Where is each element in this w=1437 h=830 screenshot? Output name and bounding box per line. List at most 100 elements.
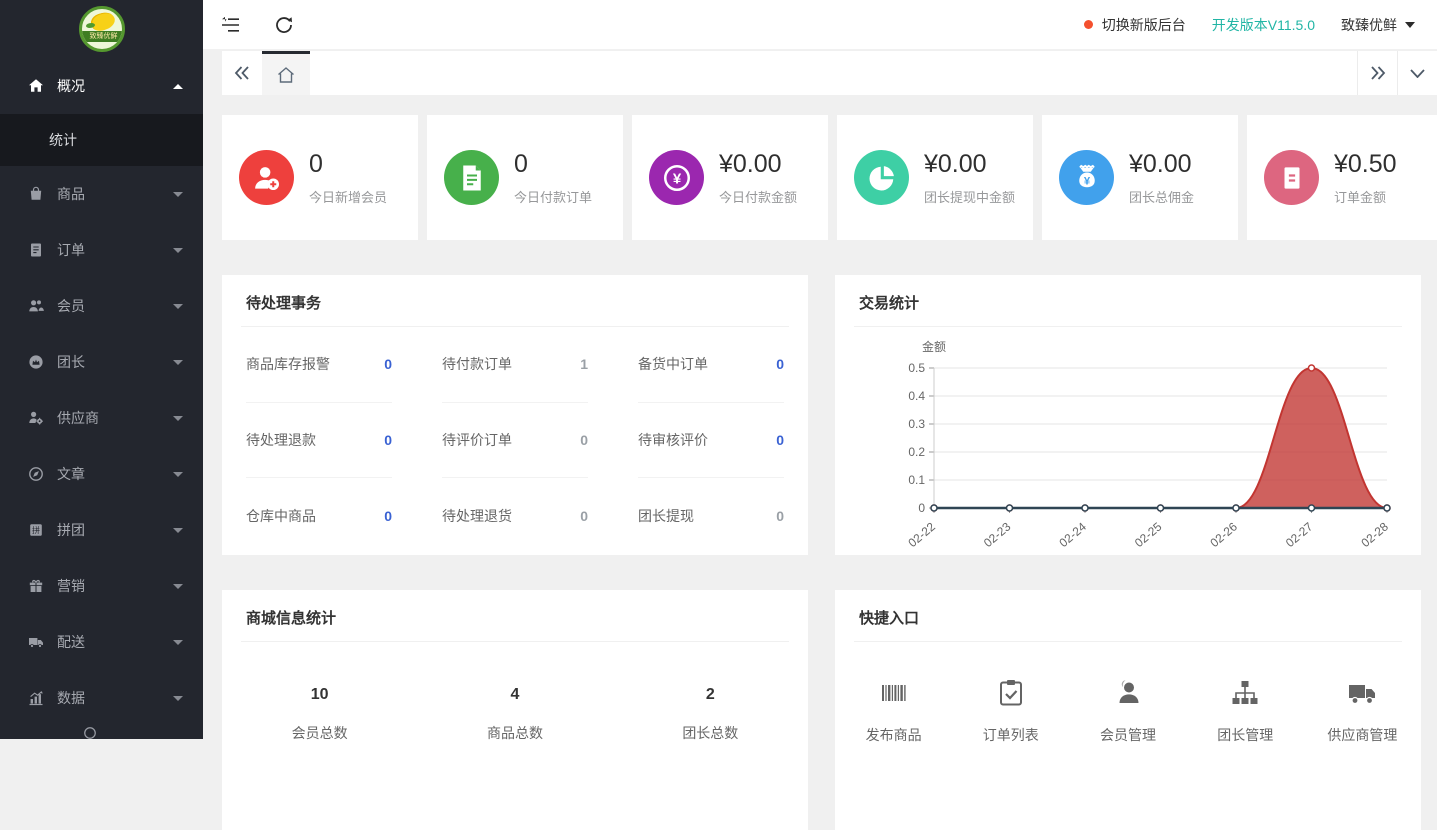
quick-entry-row: 发布商品 订单列表 会员管理 团长管理 供应商管理 [835,642,1421,745]
quick-entry-label: 团长管理 [1187,725,1304,745]
stat-value: ¥0.00 [924,150,1015,179]
chevron-down-icon [1405,22,1415,28]
yen-circle-icon: ¥ [649,150,704,205]
sidebar-item-data[interactable]: 数据 [0,670,203,726]
barcode-icon [879,678,909,708]
sidebar-item-articles[interactable]: 文章 [0,446,203,502]
sidebar-item-label: 概况 [57,76,173,96]
collapse-menu-button[interactable] [203,0,257,50]
sidebar-item-orders[interactable]: 订单 [0,222,203,278]
svg-text:02-26: 02-26 [1207,519,1240,547]
stat-card-order-amount: ¥0.50 订单金额 [1247,115,1437,240]
mall-stat: 2 团长总数 [613,686,808,743]
pending-item: 仓库中商品 0 [246,478,392,554]
chevron-down-icon [173,696,183,701]
compass-icon [28,466,44,482]
tabs-menu-button[interactable] [1397,51,1437,95]
svg-text:¥: ¥ [1083,175,1090,187]
pending-item: 待处理退款 0 [246,403,392,479]
sidebar-item-label: 供应商 [57,408,173,428]
quick-leader-manage[interactable]: 团长管理 [1187,678,1304,745]
svg-text:0.3: 0.3 [908,417,925,431]
bag-icon [28,186,44,202]
sidebar-item-label: 文章 [57,464,173,484]
sidebar-item-label: 团长 [57,352,173,372]
tab-home[interactable] [262,51,310,95]
pending-label: 团长提现 [638,506,694,526]
switch-new-admin-button[interactable]: 切换新版后台 [1084,15,1186,35]
delivery-truck-icon [1347,678,1377,708]
pending-value-link[interactable]: 0 [384,432,392,448]
refresh-button[interactable] [257,0,311,50]
partial-icon [83,726,97,740]
user-add-icon [239,150,294,205]
stat-value: ¥0.00 [1129,150,1194,179]
member-icon [1113,678,1143,708]
panel-title: 交易统计 [859,295,919,312]
document-icon [444,150,499,205]
pending-label: 商品库存报警 [246,354,330,374]
sidebar-item-groupbuy[interactable]: 拼 拼团 [0,502,203,558]
home-tab-icon [277,67,295,83]
tabbar [222,51,1437,95]
bar-chart-icon [28,690,44,706]
sidebar-item-supplier[interactable]: 供应商 [0,390,203,446]
mall-stat-value: 2 [613,686,808,704]
stat-card-leader-withdrawing: ¥0.00 团长提现中金额 [837,115,1033,240]
sidebar-item-partial[interactable] [0,726,203,746]
sidebar-item-marketing[interactable]: 营销 [0,558,203,614]
svg-text:0.4: 0.4 [908,389,925,403]
quick-supplier-manage[interactable]: 供应商管理 [1304,678,1421,745]
stat-card-paid-orders: 0 今日付款订单 [427,115,623,240]
collapse-menu-icon [221,17,240,33]
version-link[interactable]: 开发版本V11.5.0 [1212,15,1315,35]
quick-member-manage[interactable]: 会员管理 [1069,678,1186,745]
sidebar-item-statistics[interactable]: 统计 [0,114,203,166]
sidebar-item-delivery[interactable]: 配送 [0,614,203,670]
sidebar-item-members[interactable]: 会员 [0,278,203,334]
chevron-down-icon [173,584,183,589]
panel-title: 商城信息统计 [246,610,336,627]
sidebar-item-label: 拼团 [57,520,173,540]
svg-text:02-27: 02-27 [1283,519,1316,547]
sidebar-item-label: 订单 [57,240,173,260]
chevron-down-icon [173,248,183,253]
sidebar-subitem-label: 统计 [49,130,77,150]
pending-item: 待付款订单 1 [442,327,588,403]
sidebar-item-goods[interactable]: 商品 [0,166,203,222]
pending-value-link[interactable]: 0 [776,356,784,372]
sidebar-item-leader[interactable]: 团长 [0,334,203,390]
gift-icon [28,578,44,594]
pending-value-link[interactable]: 0 [776,432,784,448]
stat-label: 订单金额 [1334,187,1397,206]
quick-publish-goods[interactable]: 发布商品 [835,678,952,745]
logo-text: 致臻优鲜 [79,31,125,42]
chevron-down-icon [173,640,183,645]
chevrons-right-icon [1370,66,1386,80]
chevron-down-icon [173,472,183,477]
quick-order-list[interactable]: 订单列表 [952,678,1069,745]
mall-stat-value: 4 [417,686,612,704]
pending-value-link[interactable]: 0 [384,356,392,372]
svg-text:拼: 拼 [32,525,40,535]
chevron-down-icon [173,416,183,421]
mall-stat-label: 商品总数 [417,723,612,743]
stat-value: ¥0.00 [719,150,797,179]
account-dropdown[interactable]: 致臻优鲜 [1341,15,1415,35]
pending-value: 1 [580,356,588,372]
chevrons-left-icon [234,66,250,80]
svg-text:02-28: 02-28 [1358,519,1391,547]
pending-item: 待审核评价 0 [638,403,784,479]
tabs-scroll-right-button[interactable] [1357,51,1397,95]
document-icon [28,242,44,258]
stat-value: ¥0.50 [1334,150,1397,179]
pending-value-link[interactable]: 0 [384,508,392,524]
money-bag-icon: ¥ [1059,150,1114,205]
sidebar-item-overview[interactable]: 概况 [0,58,203,114]
chevron-down-icon [173,528,183,533]
pending-label: 待评价订单 [442,430,512,450]
pending-label: 待处理退货 [442,506,512,526]
tabs-scroll-left-button[interactable] [222,51,262,95]
svg-text:0: 0 [918,501,925,515]
stat-label: 团长总佣金 [1129,187,1194,206]
